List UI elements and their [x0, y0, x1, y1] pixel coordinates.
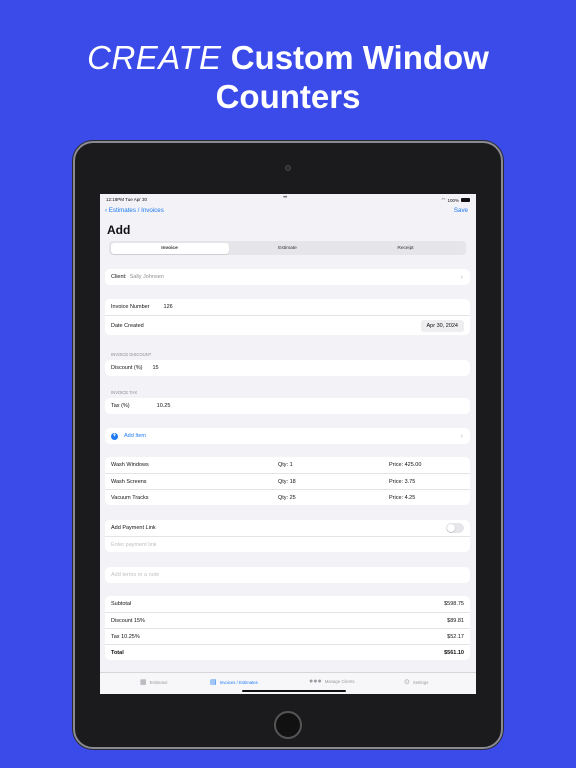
summary-value: $89.81	[447, 617, 464, 624]
item-price: Price: 3.75	[389, 478, 416, 485]
chevron-right-icon: ›	[460, 273, 463, 281]
add-item-card[interactable]: + Add Item ›	[105, 428, 470, 444]
gear-icon: ⊙	[404, 679, 410, 686]
tax-field[interactable]: 10.25	[157, 403, 171, 409]
item-qty: Qty: 25	[278, 494, 296, 501]
summary-row-subtotal: Subtotal $598.75	[105, 596, 470, 612]
item-price: Price: 4.25	[389, 494, 416, 501]
discount-row[interactable]: Discount (%) 15	[105, 360, 470, 376]
summary-value: $598.75	[444, 601, 464, 607]
tab-invoices-estimates[interactable]: ▤ Invoices / Estimates	[210, 678, 258, 686]
marketing-headline: CREATE Custom Window Counters	[0, 38, 576, 116]
item-qty: Qty: 18	[278, 478, 296, 485]
summary-value: $561.10	[444, 649, 464, 656]
payment-link-input[interactable]: Enter payment link	[111, 542, 157, 548]
invoice-number-label: Invoice Number	[111, 304, 150, 310]
save-button[interactable]: Save	[454, 207, 468, 214]
payment-link-row: Add Payment Link	[105, 520, 470, 536]
item-name: Wash Windows	[111, 462, 149, 468]
battery-percent: 100%	[447, 197, 459, 203]
people-icon: ●●●	[309, 678, 322, 685]
home-button[interactable]	[274, 711, 302, 739]
notes-input[interactable]: Add terms or a note	[111, 572, 159, 578]
discount-field[interactable]: 15	[152, 365, 158, 371]
wifi-icon: ◠	[441, 197, 446, 202]
notes-card[interactable]: Add terms or a note	[105, 567, 470, 583]
headline-line-1: CREATE Custom Window	[0, 38, 576, 77]
item-name: Wash Screens	[111, 478, 147, 485]
summary-label: Tax 10.25%	[111, 633, 140, 640]
add-item-row[interactable]: + Add Item ›	[105, 428, 470, 444]
add-item-label: Add Item	[124, 433, 147, 439]
summary-label: Subtotal	[111, 601, 132, 607]
client-value: Sally Johnsen	[129, 274, 164, 280]
date-created-row: Date Created Apr 30, 2024	[105, 315, 470, 335]
tab-settings[interactable]: ⊙ Settings	[404, 678, 428, 686]
page-title: Add	[107, 223, 131, 237]
tab-label: Invoices / Estimates	[219, 679, 258, 685]
segment-receipt[interactable]: Receipt	[347, 243, 465, 254]
app-screen: 12:18PM Tue Apr 30 ••• ◠ 100% ‹ Estimate…	[100, 194, 476, 694]
client-row[interactable]: Client: Sally Johnsen ›	[105, 269, 470, 285]
summary-label: Total	[111, 649, 124, 656]
tab-label: Estimator	[149, 679, 168, 685]
tab-manage-clients[interactable]: ●●● Manage Clients	[309, 678, 355, 685]
notes-row[interactable]: Add terms or a note	[105, 567, 470, 583]
invoice-number-row[interactable]: Invoice Number 126	[105, 299, 470, 315]
tax-row[interactable]: Tax (%) 10.25	[105, 398, 470, 414]
toggle-knob	[447, 524, 455, 532]
segment-estimate[interactable]: Estimate	[229, 243, 347, 254]
date-created-label: Date Created	[111, 322, 144, 329]
summary-value: $52.17	[447, 633, 464, 640]
tax-label: Tax (%)	[111, 403, 130, 409]
status-time: 12:18PM Tue Apr 30	[106, 197, 148, 202]
tab-label: Settings	[412, 679, 429, 685]
item-name: Vacuum Tracks	[111, 494, 149, 501]
tax-section-header: INVOICE TAX	[111, 390, 138, 395]
discount-card: Discount (%) 15	[105, 360, 470, 376]
tax-card: Tax (%) 10.25	[105, 398, 470, 414]
document-icon: ▤	[210, 679, 217, 686]
client-label: Client:	[111, 274, 127, 280]
client-card[interactable]: Client: Sally Johnsen ›	[105, 269, 470, 285]
plus-circle-icon: +	[111, 432, 118, 440]
item-qty: Qty: 1	[278, 462, 293, 468]
chevron-right-icon: ›	[460, 432, 463, 440]
invoice-number-field[interactable]: 126	[164, 304, 173, 310]
headline-italic: CREATE	[87, 39, 222, 76]
headline-rest: Custom Window	[230, 39, 489, 76]
payment-link-card: Add Payment Link Enter payment link	[105, 520, 470, 552]
payment-link-toggle[interactable]	[446, 523, 464, 533]
summary-row-discount: Discount 15% $89.81	[105, 612, 470, 628]
tab-estimator[interactable]: ▦ Estimator	[140, 678, 168, 686]
home-indicator	[242, 690, 346, 692]
tab-label: Manage Clients	[324, 679, 355, 684]
document-type-segmented-control: Invoice Estimate Receipt	[109, 241, 466, 255]
payment-link-input-row[interactable]: Enter payment link	[105, 536, 470, 552]
summary-row-total: Total $561.10	[105, 644, 470, 660]
calculator-icon: ▦	[140, 679, 147, 686]
headline-line-2: Counters	[215, 78, 361, 115]
line-items-card: Wash Windows Qty: 1 Price: 425.00 Wash S…	[105, 457, 470, 505]
summary-label: Discount 15%	[111, 617, 145, 624]
summary-row-tax: Tax 10.25% $52.17	[105, 628, 470, 644]
segment-invoice[interactable]: Invoice	[110, 242, 229, 254]
discount-label: Discount (%)	[111, 365, 143, 371]
line-item-row[interactable]: Vacuum Tracks Qty: 25 Price: 4.25	[105, 489, 470, 505]
summary-card: Subtotal $598.75 Discount 15% $89.81 Tax…	[105, 596, 470, 660]
nav-bar: ‹ Estimates / Invoices Save	[100, 207, 476, 219]
camera-icon	[285, 165, 291, 171]
discount-section-header: INVOICE DISCOUNT	[111, 352, 152, 357]
status-bar: 12:18PM Tue Apr 30 ••• ◠ 100%	[100, 195, 476, 204]
multitask-dots-icon[interactable]: •••	[283, 195, 287, 201]
battery-icon	[461, 198, 470, 202]
invoice-details-card: Invoice Number 126 Date Created Apr 30, …	[105, 299, 470, 335]
line-item-row[interactable]: Wash Screens Qty: 18 Price: 3.75	[105, 473, 470, 489]
line-item-row[interactable]: Wash Windows Qty: 1 Price: 425.00	[105, 457, 470, 473]
payment-link-label: Add Payment Link	[111, 525, 156, 531]
date-picker[interactable]: Apr 30, 2024	[420, 319, 464, 332]
status-right: ◠ 100%	[442, 197, 470, 203]
item-price: Price: 425.00	[389, 462, 422, 468]
back-button[interactable]: ‹ Estimates / Invoices	[105, 207, 164, 214]
